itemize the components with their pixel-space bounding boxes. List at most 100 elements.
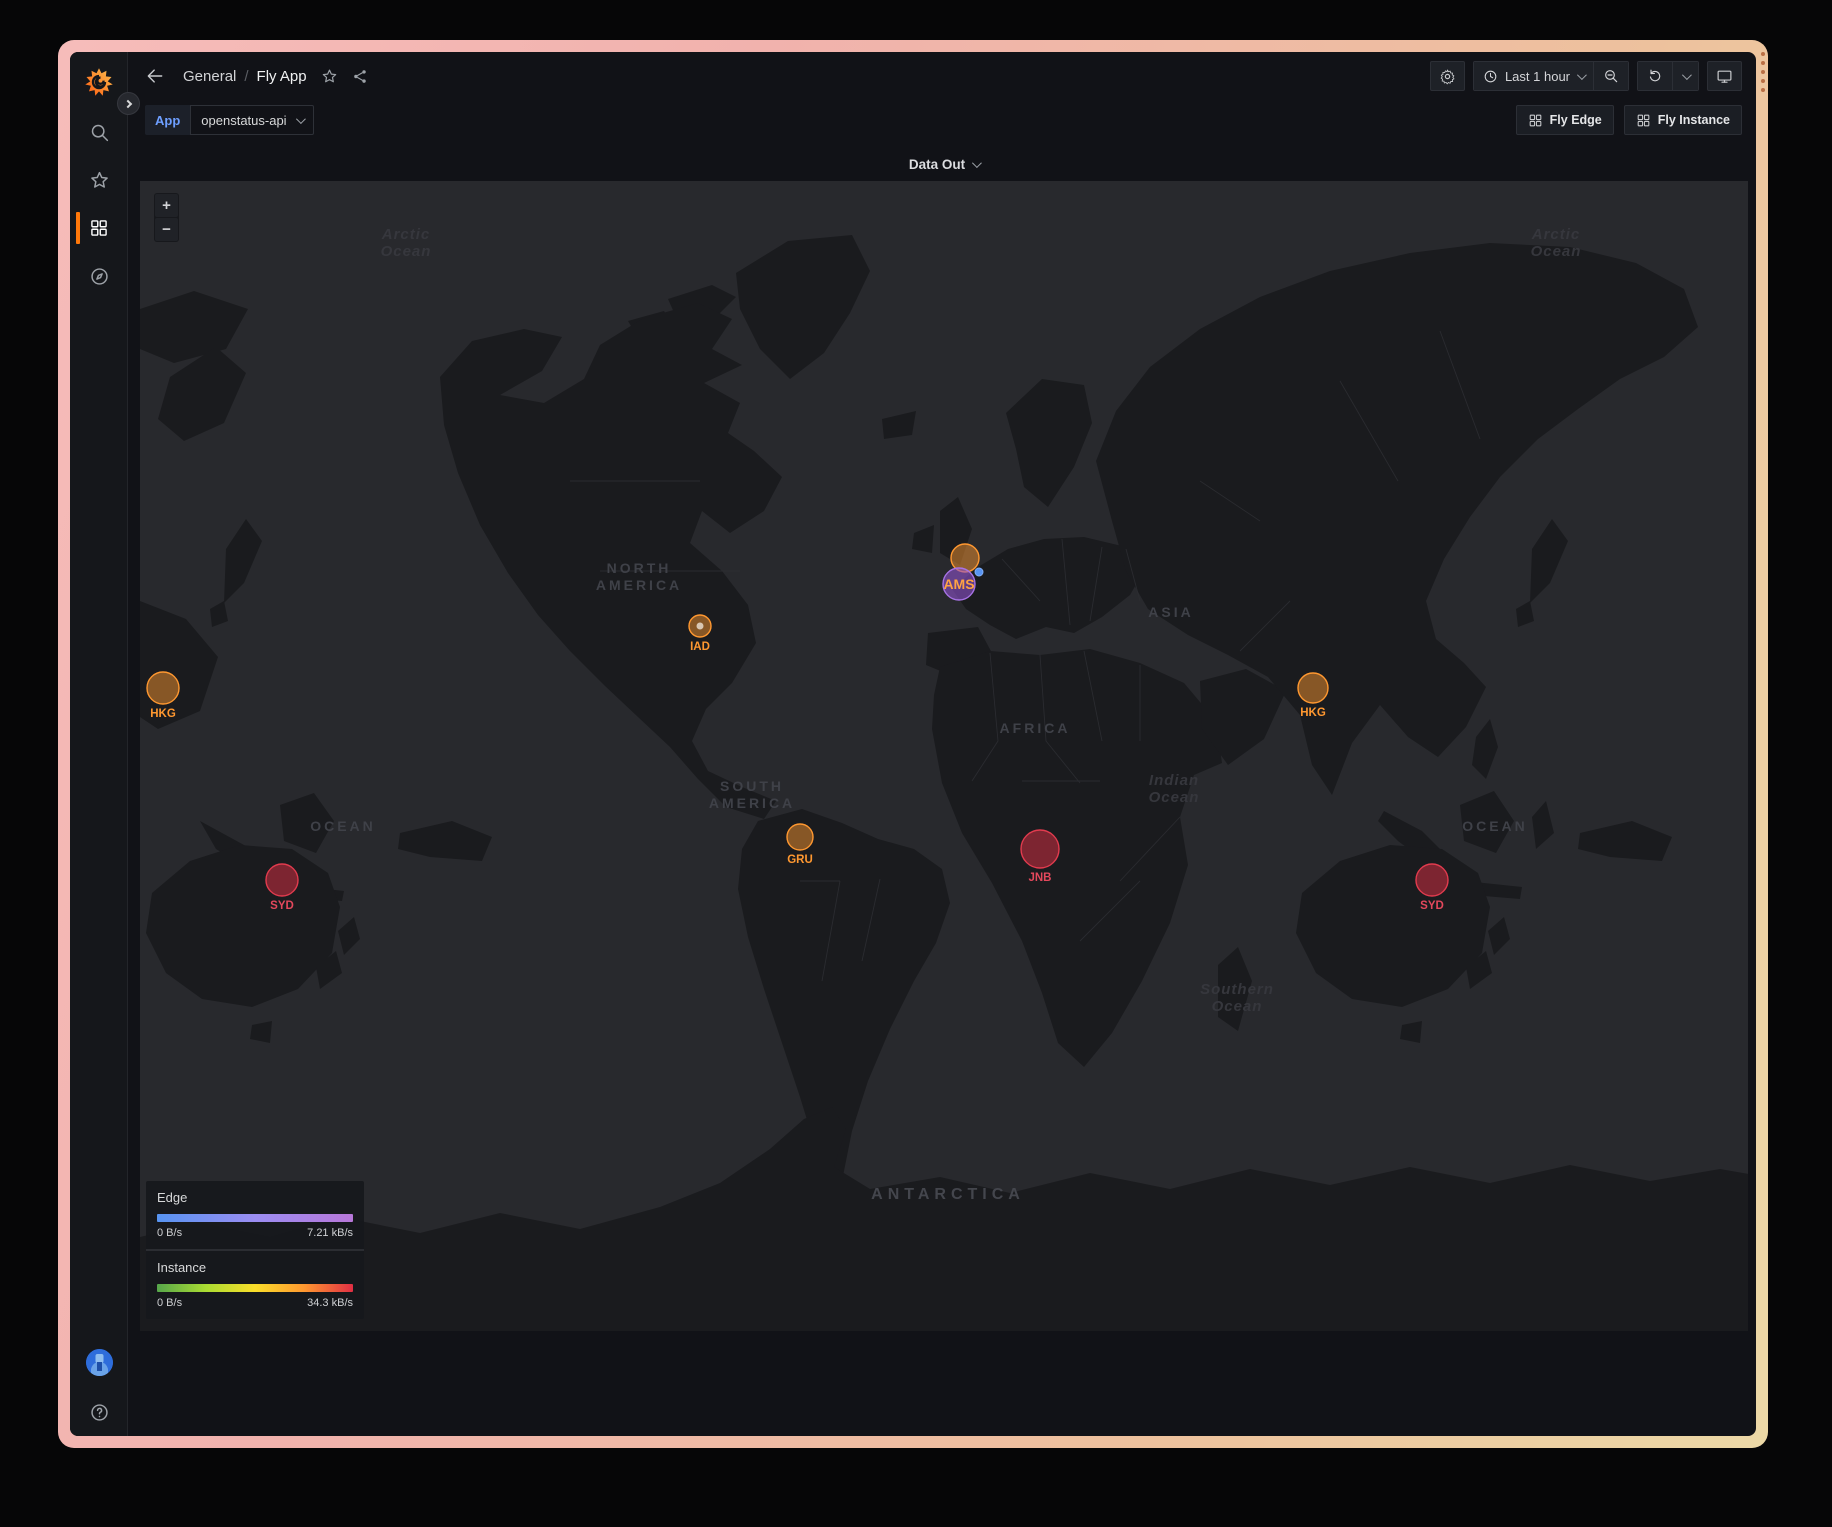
svg-text:SYD: SYD [1420, 900, 1444, 912]
monitor-icon [1716, 68, 1733, 85]
map-geo-label: AFRICA [1000, 720, 1071, 736]
sidebar-item-starred[interactable] [70, 160, 128, 200]
variables-bar: App openstatus-api Fly Edge [129, 100, 1756, 140]
map-geo-label: OCEAN [310, 818, 376, 834]
grafana-app: General / Fly App [70, 52, 1756, 1436]
legend-min: 0 B/s [157, 1227, 182, 1239]
chevron-down-icon [1577, 70, 1587, 80]
refresh-icon [1647, 68, 1663, 84]
breadcrumb-section[interactable]: General [183, 68, 236, 85]
legend-gradient-instance [157, 1284, 353, 1292]
world-map: ArcticOceanArcticOceanNORTHAMERICAASIAAF… [140, 181, 1748, 1331]
svg-text:IAD: IAD [690, 641, 710, 653]
map-zoom-out-button[interactable]: − [155, 218, 178, 241]
time-range-label: Last 1 hour [1505, 69, 1570, 84]
sidebar-item-dashboards[interactable] [70, 208, 128, 248]
svg-text:SYD: SYD [270, 900, 294, 912]
time-zoom-out-button[interactable] [1593, 62, 1628, 90]
link-label: Fly Edge [1550, 113, 1602, 127]
map-marker-syd[interactable]: SYD [1416, 864, 1448, 912]
map-geo-label: ASIA [1148, 604, 1193, 620]
sidebar-item-explore[interactable] [70, 256, 128, 296]
svg-text:JNB: JNB [1028, 872, 1051, 884]
gear-icon [1439, 68, 1456, 85]
star-icon [89, 170, 110, 191]
variable-name: App [145, 105, 190, 135]
zoom-out-icon [1603, 68, 1619, 84]
share-icon[interactable] [352, 68, 369, 85]
map-zoom-controls: + − [154, 193, 179, 242]
apps-icon [1636, 113, 1651, 128]
refresh-button[interactable] [1638, 62, 1672, 90]
map-zoom-in-button[interactable]: + [155, 194, 178, 217]
chevron-down-icon [1682, 70, 1692, 80]
variable-app-dropdown[interactable]: openstatus-api [190, 105, 313, 135]
refresh-interval-dropdown[interactable] [1672, 62, 1698, 90]
map-geo-label: ANTARCTICA [871, 1186, 1025, 1203]
sidebar-expand-button[interactable] [117, 92, 140, 115]
svg-text:AMS: AMS [943, 576, 974, 592]
sidebar-item-profile[interactable] [70, 1342, 128, 1382]
panel-header[interactable]: Data Out [140, 148, 1748, 181]
legend-gradient-edge [157, 1214, 353, 1222]
dashboard-header: General / Fly App [129, 52, 1756, 100]
tv-mode-button[interactable] [1707, 61, 1742, 91]
main-area: General / Fly App [129, 52, 1756, 1436]
chevron-down-icon [972, 158, 982, 168]
legend-min: 0 B/s [157, 1297, 182, 1309]
back-button[interactable] [145, 66, 165, 86]
svg-text:HKG: HKG [1300, 707, 1326, 719]
map-geo-label: IndianOcean [1149, 772, 1200, 806]
breadcrumb: General / Fly App [183, 68, 307, 85]
refresh-group [1637, 61, 1699, 91]
geomap-panel[interactable]: ArcticOceanArcticOceanNORTHAMERICAASIAAF… [140, 181, 1748, 1331]
map-geo-label: SOUTHAMERICA [709, 778, 795, 811]
breadcrumb-page-title: Fly App [257, 68, 307, 85]
link-label: Fly Instance [1658, 113, 1730, 127]
legend-title: Instance [157, 1260, 353, 1275]
chevron-right-icon [123, 99, 131, 107]
dashboard-settings-button[interactable] [1430, 61, 1465, 91]
panel-title[interactable]: Data Out [909, 157, 965, 172]
chevron-down-icon [296, 114, 306, 124]
sidebar-item-search[interactable] [70, 112, 128, 152]
map-marker-iad[interactable]: IAD [689, 615, 711, 653]
legend-max: 34.3 kB/s [307, 1297, 353, 1309]
legend-instance: Instance 0 B/s 34.3 kB/s [146, 1249, 364, 1319]
apps-icon [1528, 113, 1543, 128]
compass-icon [89, 266, 110, 287]
link-fly-instance[interactable]: Fly Instance [1624, 105, 1742, 135]
legend-title: Edge [157, 1190, 353, 1205]
search-icon [89, 122, 110, 143]
star-dashboard-icon[interactable] [321, 68, 338, 85]
legend-max: 7.21 kB/s [307, 1227, 353, 1239]
map-geo-label: ArcticOcean [1531, 226, 1582, 260]
sidebar-item-help[interactable] [70, 1392, 128, 1432]
time-range-picker[interactable]: Last 1 hour [1474, 62, 1593, 90]
window-frame: General / Fly App [58, 40, 1768, 1448]
map-marker-hkg[interactable]: HKG [1298, 673, 1328, 719]
map-legend: Edge 0 B/s 7.21 kB/s Instance 0 B/s 34.3… [146, 1181, 364, 1319]
map-marker-ams[interactable]: AMS [943, 568, 975, 600]
link-fly-edge[interactable]: Fly Edge [1516, 105, 1614, 135]
map-geo-label: NORTHAMERICA [596, 560, 682, 593]
map-marker-blue[interactable] [975, 568, 983, 576]
sidebar [70, 52, 128, 1436]
breadcrumb-separator: / [244, 68, 248, 85]
map-marker-gru[interactable]: GRU [787, 824, 813, 866]
svg-text:GRU: GRU [787, 854, 813, 866]
user-avatar-icon [86, 1349, 113, 1376]
clock-icon [1483, 69, 1498, 84]
help-icon [89, 1402, 110, 1423]
time-range-group: Last 1 hour [1473, 61, 1629, 91]
map-geo-label: OCEAN [1462, 818, 1528, 834]
variable-app-value: openstatus-api [201, 113, 286, 128]
scroll-dots [1761, 52, 1765, 92]
arrow-left-icon [145, 66, 165, 86]
map-marker-syd[interactable]: SYD [266, 864, 298, 912]
grafana-logo-icon [84, 67, 114, 97]
dashboards-icon [89, 218, 109, 238]
map-marker-hkg[interactable]: HKG [147, 672, 179, 720]
legend-edge: Edge 0 B/s 7.21 kB/s [146, 1181, 364, 1249]
svg-text:HKG: HKG [150, 708, 176, 720]
